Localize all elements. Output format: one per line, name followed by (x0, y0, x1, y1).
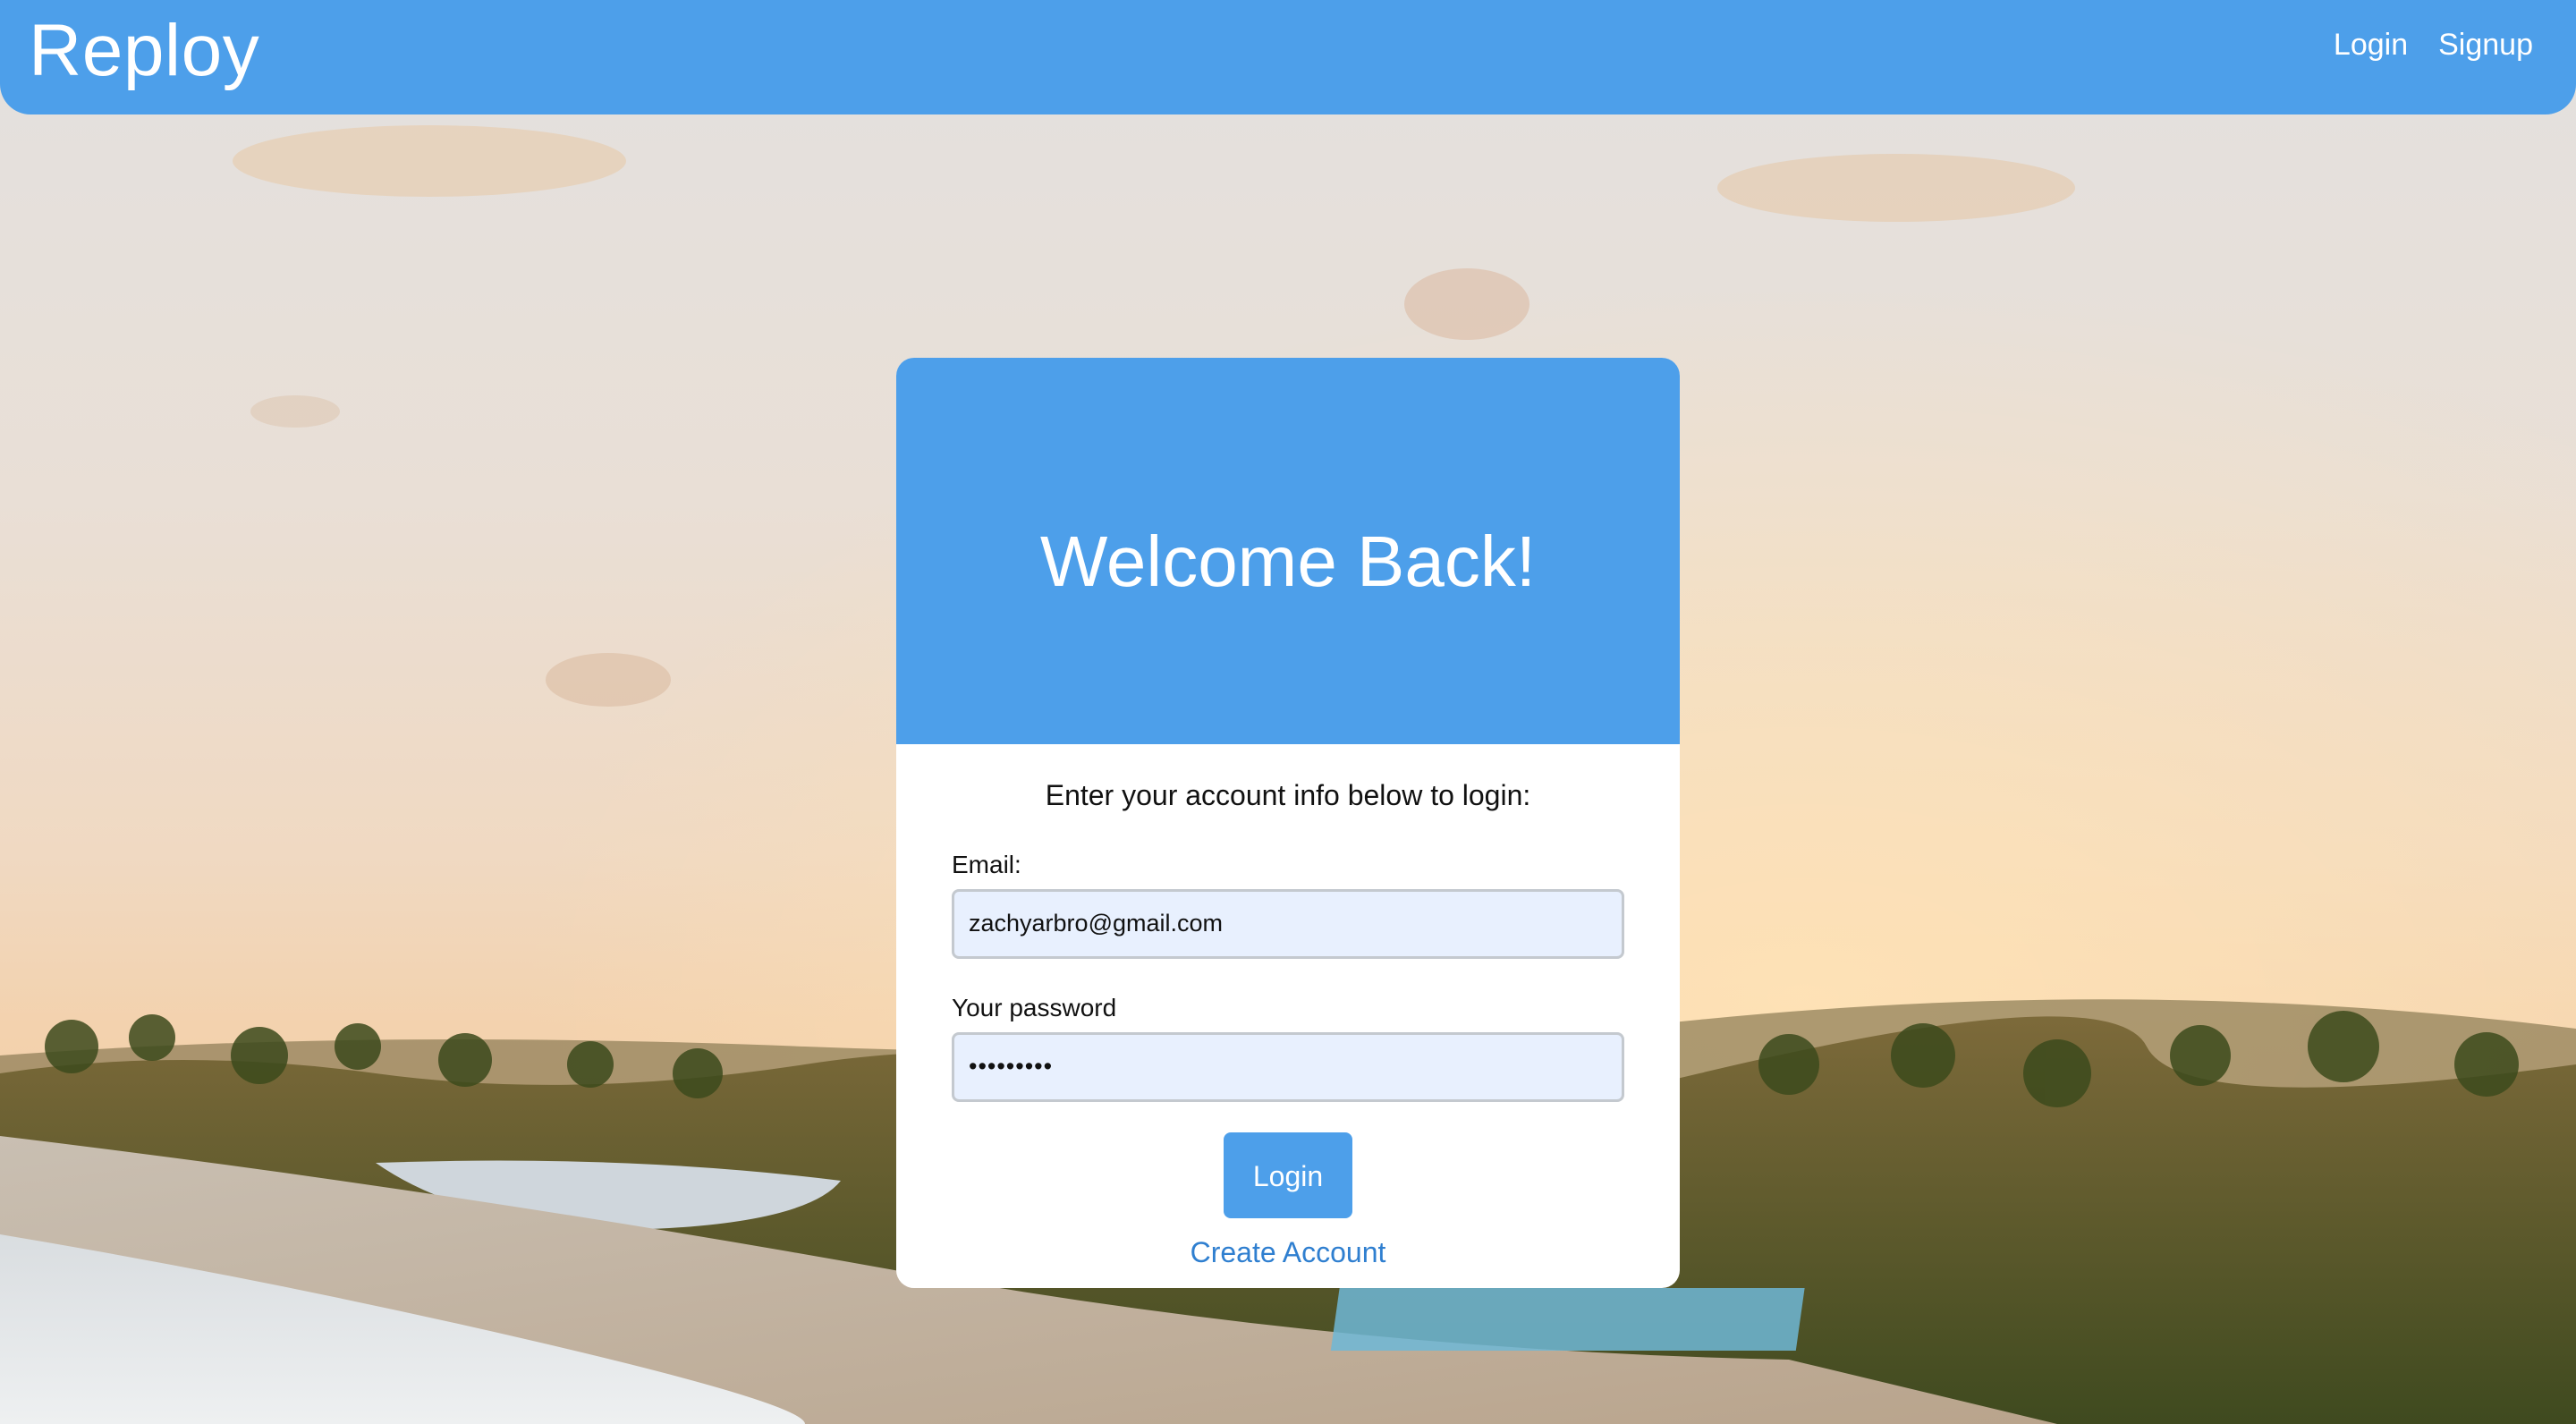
email-label: Email: (952, 851, 1021, 879)
nav-login-link[interactable]: Login (2334, 25, 2408, 64)
login-button-wrap: Login (952, 1132, 1624, 1218)
login-card-header: Welcome Back! (896, 358, 1680, 744)
top-navbar: Reploy Login Signup (0, 0, 2576, 114)
email-input[interactable] (952, 888, 1624, 959)
password-input[interactable] (952, 1031, 1624, 1102)
login-instructions: Enter your account info below to login: (1045, 779, 1531, 811)
nav-links: Login Signup (2334, 25, 2533, 64)
brand-logo[interactable]: Reploy (29, 7, 259, 95)
login-form: Enter your account info below to login: … (896, 778, 1680, 1269)
password-label: Your password (952, 993, 1117, 1021)
create-account-link[interactable]: Create Account (952, 1236, 1624, 1269)
login-button[interactable]: Login (1224, 1132, 1352, 1218)
nav-signup-link[interactable]: Signup (2438, 25, 2533, 64)
login-card: Welcome Back! Enter your account info be… (896, 358, 1680, 1288)
welcome-title: Welcome Back! (1039, 521, 1537, 601)
page: Reploy Login Signup Welcome Back! Enter … (0, 0, 2576, 1424)
